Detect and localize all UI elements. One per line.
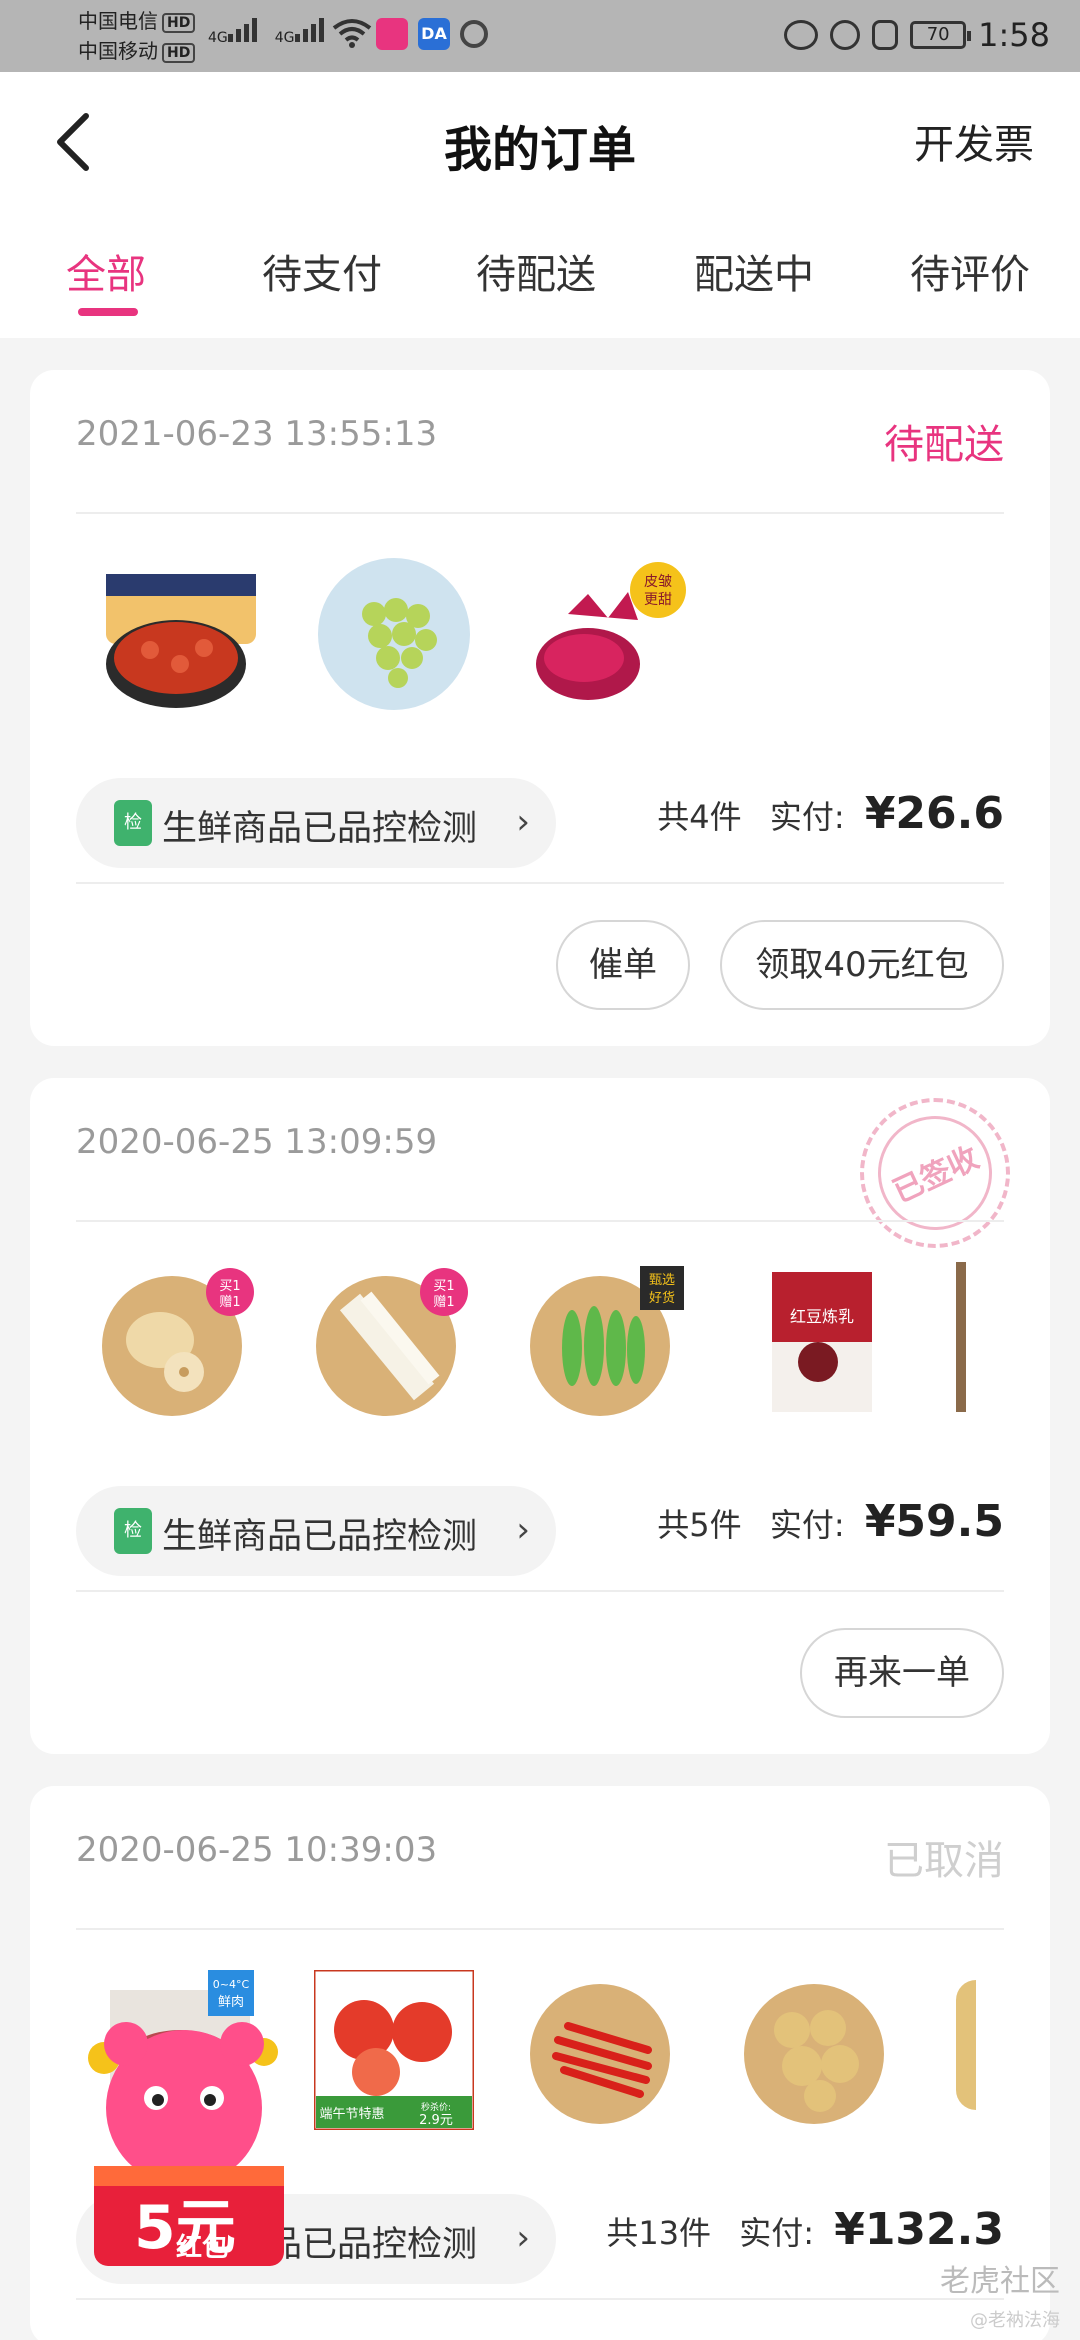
active-tab-indicator (78, 308, 138, 316)
order-status: 待配送 (884, 422, 1004, 468)
tab-pending-payment[interactable]: 待支付 (262, 242, 382, 300)
carrier-2: 中国移动 (78, 39, 158, 63)
urge-order-button[interactable]: 催单 (556, 920, 690, 1010)
app-header: 我的订单 开发票 (0, 72, 1080, 212)
red-packet-floating-button[interactable]: 5元 红包 (64, 1998, 304, 2278)
svg-text:秒杀价:: 秒杀价: (421, 2101, 451, 2113)
hd-badge: HD (162, 12, 196, 33)
product-thumbnails[interactable]: 买1 赠1 买1 赠1 甄选 好货 红豆炼乳 (100, 1262, 1000, 1432)
order-summary: 共5件 实付: ¥59.5 (657, 1496, 1004, 1547)
svg-text:甄选: 甄选 (649, 1273, 675, 1288)
potatoes-product-image (744, 1984, 884, 2124)
order-card[interactable]: 2020-06-25 13:09:59 已签收 买1 赠1 买1 赠1 甄选 好… (30, 1078, 1050, 1754)
carrier-1: 中国电信 (78, 9, 158, 33)
tab-delivering[interactable]: 配送中 (694, 242, 814, 300)
quality-check-text: 生鲜商品已品控检测 (162, 1517, 478, 1557)
paid-label: 实付: (739, 2214, 815, 2252)
partial-product-image (956, 1980, 976, 2110)
item-count: 共13件 (606, 2214, 712, 2252)
chevron-right-icon: › (516, 1510, 530, 1550)
grapes-product-image (318, 558, 470, 710)
order-card[interactable]: 2021-06-23 13:55:13 待配送 皮皱 更甜 检 生鲜商品已品控检… (30, 370, 1050, 1046)
quality-check-badge[interactable]: 检 生鲜商品已品控检测 › (76, 778, 556, 868)
paid-amount: ¥132.3 (834, 2204, 1004, 2255)
watermark-sub: @老衲法海 (970, 2310, 1060, 2331)
signal-icon: 4G (208, 16, 257, 46)
signal-icons: 4G 4G (208, 16, 324, 46)
order-date: 2020-06-25 10:39:03 (76, 1830, 438, 1870)
claim-red-packet-button[interactable]: 领取40元红包 (720, 920, 1004, 1010)
reorder-button[interactable]: 再来一单 (800, 1628, 1004, 1718)
order-date: 2021-06-23 13:55:13 (76, 414, 438, 454)
order-summary: 共13件 实付: ¥132.3 (606, 2204, 1004, 2255)
partial-product-image (956, 1262, 966, 1412)
invoice-button[interactable]: 开发票 (914, 112, 1034, 170)
tomatoes-product-image: 端午节特惠 秒杀价: 2.9元 (314, 1970, 474, 2130)
red-chili-product-image (530, 1984, 670, 2124)
order-status: 已取消 (884, 1838, 1004, 1884)
svg-text:赠1: 赠1 (433, 1295, 454, 1310)
paid-label: 实付: (769, 1506, 845, 1544)
paid-amount: ¥59.5 (864, 1496, 1004, 1547)
eye-icon (784, 20, 819, 50)
carrier-info: 中国电信 HD 中国移动 HD (78, 6, 196, 66)
divider (76, 1220, 1004, 1222)
order-date: 2020-06-25 13:09:59 (76, 1122, 438, 1162)
divider (76, 512, 1004, 514)
app-notification-icon (376, 18, 408, 50)
clock-time: 1:58 (978, 16, 1050, 54)
bear-mascot-icon: 5元 红包 (88, 2022, 284, 2266)
order-summary: 共4件 实付: ¥26.6 (657, 788, 1004, 839)
svg-text:买1: 买1 (219, 1279, 240, 1294)
divider (76, 1590, 1004, 1592)
svg-text:2.9元: 2.9元 (419, 2113, 453, 2128)
signed-stamp: 已签收 (859, 1097, 1011, 1249)
crayfish-product-image (106, 574, 256, 708)
signal-icon: 4G (275, 16, 324, 46)
quality-check-text: 生鲜商品已品控检测 (162, 809, 478, 849)
red-bean-ice-bar-product-image: 红豆炼乳 (772, 1272, 872, 1412)
tab-all[interactable]: 全部 (66, 242, 146, 300)
mute-bell-icon (872, 20, 899, 50)
order-status: 已签收 (859, 1097, 1011, 1249)
quality-check-badge[interactable]: 检 生鲜商品已品控检测 › (76, 1486, 556, 1576)
divider (76, 882, 1004, 884)
enoki-mushroom-product-image: 买1 赠1 (316, 1268, 468, 1416)
alarm-icon (830, 20, 861, 50)
svg-text:皮皱: 皮皱 (644, 574, 672, 590)
divider (76, 1928, 1004, 1930)
item-count: 共4件 (657, 798, 742, 836)
clock-app-icon (460, 20, 488, 48)
svg-text:买1: 买1 (433, 1279, 454, 1294)
hd-badge: HD (162, 42, 196, 63)
status-right: 70 1:58 (784, 16, 1050, 54)
svg-text:端午节特惠: 端午节特惠 (319, 2107, 384, 2122)
promo-label: 红包 (176, 2232, 228, 2263)
quality-check-icon: 检 (114, 800, 152, 846)
battery-icon: 70 (910, 21, 972, 49)
svg-text:红豆炼乳: 红豆炼乳 (790, 1307, 854, 1326)
paid-amount: ¥26.6 (864, 788, 1004, 839)
snow-peas-product-image: 甄选 好货 (530, 1266, 684, 1416)
quality-check-icon: 检 (114, 1508, 152, 1554)
tab-pending-delivery[interactable]: 待配送 (476, 242, 596, 300)
lotus-root-product-image: 买1 赠1 (102, 1268, 254, 1416)
da-app-icon: DA (418, 18, 450, 50)
chevron-right-icon: › (516, 2218, 530, 2258)
product-thumbnails[interactable]: 皮皱 更甜 (100, 554, 1000, 724)
paid-label: 实付: (769, 798, 845, 836)
chevron-right-icon: › (516, 802, 530, 842)
item-count: 共5件 (657, 1506, 742, 1544)
divider (76, 2298, 1004, 2300)
tab-pending-review[interactable]: 待评价 (910, 242, 1030, 300)
wifi-icon (332, 19, 372, 48)
status-bar: 中国电信 HD 中国移动 HD 4G 4G DA 70 1:58 (0, 0, 1080, 72)
dragon-fruit-product-image: 皮皱 更甜 (536, 562, 686, 700)
order-tabs: 全部 待支付 待配送 配送中 待评价 (0, 212, 1080, 338)
svg-text:0~4°C: 0~4°C (213, 1978, 250, 1991)
svg-text:赠1: 赠1 (219, 1295, 240, 1310)
svg-text:更甜: 更甜 (644, 592, 672, 608)
svg-text:好货: 好货 (649, 1290, 675, 1306)
watermark: 老虎社区 (940, 2264, 1060, 2299)
